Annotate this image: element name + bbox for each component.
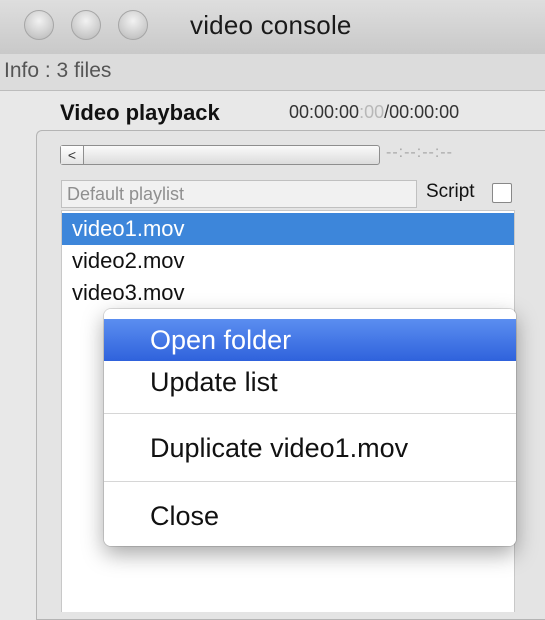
scrub-back-button[interactable]: < [61, 146, 84, 164]
menu-item-duplicate[interactable]: Duplicate video1.mov [104, 427, 516, 469]
list-item[interactable]: video3.mov [62, 277, 514, 309]
menu-item-close[interactable]: Close [104, 495, 516, 537]
menu-item-open-folder[interactable]: Open folder [104, 319, 516, 361]
timecode-frames: :00 [359, 102, 385, 122]
minimize-window-button[interactable] [71, 10, 101, 40]
list-item[interactable]: video1.mov [62, 213, 514, 245]
scrub-time-readout: --:--:--:-- [386, 144, 453, 161]
info-bar: Info : 3 files [0, 54, 545, 91]
zoom-window-button[interactable] [118, 10, 148, 40]
menu-separator [104, 413, 516, 414]
context-menu: Open folder Update list Duplicate video1… [104, 309, 516, 546]
timecode-main: 00:00:00 [289, 102, 360, 122]
section-title: Video playback [60, 100, 220, 125]
info-text: Info : 3 files [4, 59, 112, 82]
close-window-button[interactable] [24, 10, 54, 40]
script-label: Script [426, 181, 475, 202]
script-checkbox[interactable] [492, 183, 512, 203]
menu-item-update-list[interactable]: Update list [104, 361, 516, 403]
window-title: video console [190, 10, 352, 40]
playback-scrub-bar[interactable]: < [60, 145, 380, 165]
timecode-display: 00:00:00:00/00:00:00 [289, 102, 459, 123]
menu-separator [104, 481, 516, 482]
playlist-name-field[interactable]: Default playlist [61, 180, 417, 208]
timecode-total: /00:00:00 [384, 102, 460, 122]
list-item[interactable]: video2.mov [62, 245, 514, 277]
title-bar: video console [0, 0, 545, 55]
